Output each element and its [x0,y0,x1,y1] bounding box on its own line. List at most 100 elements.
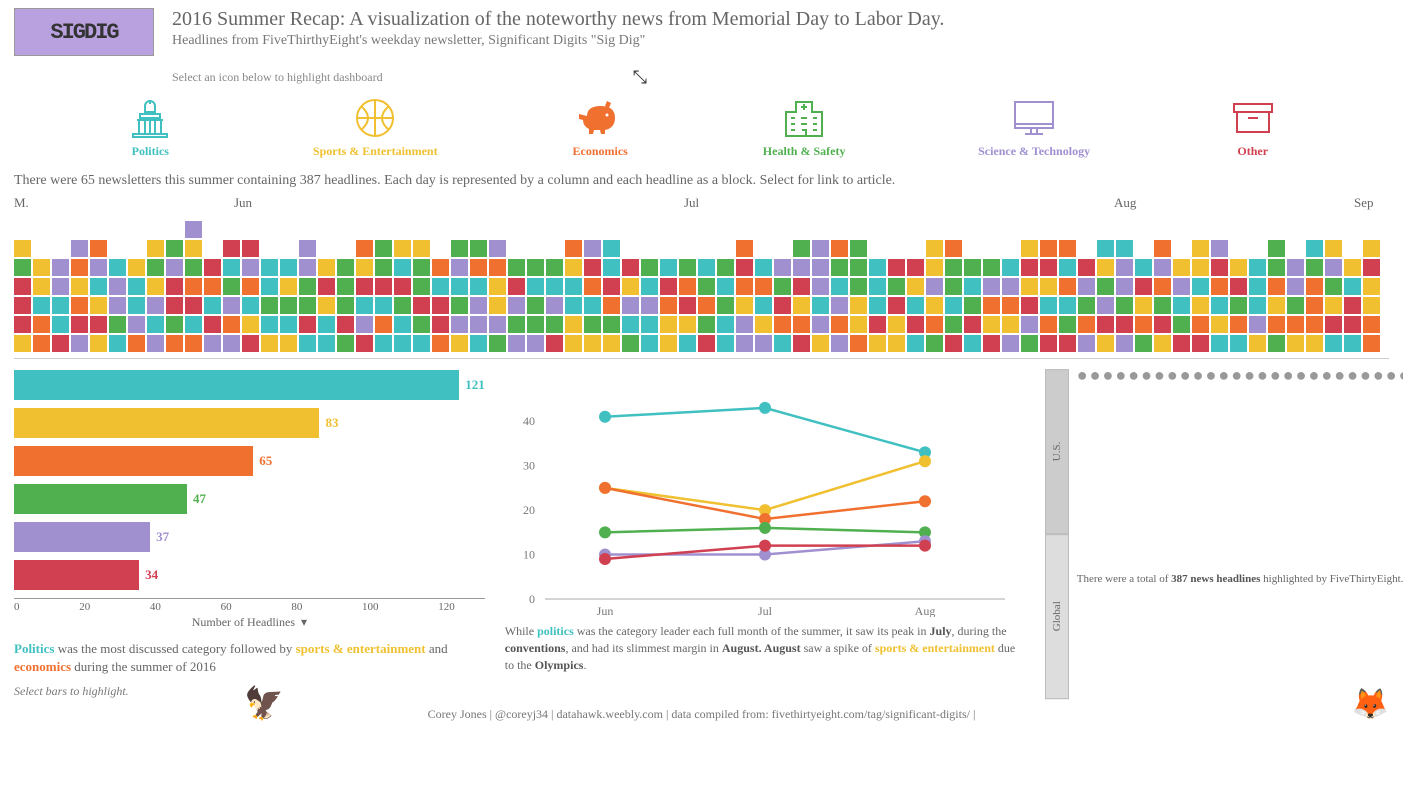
heatmap-block[interactable] [1287,278,1304,295]
heatmap-block[interactable] [1135,335,1152,352]
heatmap-block[interactable] [736,240,753,257]
heatmap-block[interactable] [793,259,810,276]
heatmap-block[interactable] [166,335,183,352]
heatmap-block[interactable] [603,335,620,352]
heatmap-block[interactable] [1325,316,1342,333]
heatmap-block[interactable] [1344,259,1361,276]
heatmap-block[interactable] [90,278,107,295]
heatmap-block[interactable] [565,335,582,352]
heatmap-block[interactable] [793,297,810,314]
heatmap-block[interactable] [451,316,468,333]
heatmap-block[interactable] [983,259,1000,276]
heatmap-block[interactable] [223,335,240,352]
heatmap-block[interactable] [33,316,50,333]
heatmap-block[interactable] [1268,335,1285,352]
heatmap-block[interactable] [166,278,183,295]
heatmap-block[interactable] [755,297,772,314]
heatmap-block[interactable] [774,335,791,352]
heatmap-block[interactable] [14,297,31,314]
heatmap-block[interactable] [869,297,886,314]
heatmap-block[interactable] [1173,335,1190,352]
heatmap-block[interactable] [850,259,867,276]
heatmap-block[interactable] [584,278,601,295]
heatmap-block[interactable] [128,297,145,314]
heatmap-block[interactable] [1325,278,1342,295]
heatmap-block[interactable] [1287,335,1304,352]
heatmap-block[interactable] [90,316,107,333]
us-global-toggle[interactable]: U.S. Global [1045,369,1069,699]
heatmap-block[interactable] [508,316,525,333]
heatmap-block[interactable] [1363,335,1380,352]
heatmap-block[interactable] [641,316,658,333]
heatmap-block[interactable] [1363,259,1380,276]
heatmap-block[interactable] [1059,278,1076,295]
heatmap-block[interactable] [584,259,601,276]
heatmap-block[interactable] [1363,297,1380,314]
heatmap-block[interactable] [603,297,620,314]
heatmap-block[interactable] [1040,240,1057,257]
heatmap-block[interactable] [660,278,677,295]
heatmap-block[interactable] [1116,316,1133,333]
heatmap-block[interactable] [1097,240,1114,257]
heatmap-block[interactable] [1097,278,1114,295]
heatmap-block[interactable] [1192,316,1209,333]
heatmap-block[interactable] [71,316,88,333]
heatmap-block[interactable] [831,259,848,276]
heatmap-block[interactable] [983,316,1000,333]
heatmap-block[interactable] [755,278,772,295]
heatmap-block[interactable] [546,278,563,295]
heatmap-block[interactable] [1192,335,1209,352]
heatmap-block[interactable] [432,316,449,333]
heatmap-block[interactable] [71,335,88,352]
heatmap-block[interactable] [907,316,924,333]
heatmap-block[interactable] [850,297,867,314]
heatmap-block[interactable] [451,297,468,314]
heatmap-block[interactable] [926,278,943,295]
heatmap-block[interactable] [33,297,50,314]
daily-heatmap[interactable] [14,221,1389,359]
heatmap-block[interactable] [1192,297,1209,314]
heatmap-block[interactable] [717,278,734,295]
toggle-global[interactable]: Global [1045,534,1069,699]
heatmap-block[interactable] [983,278,1000,295]
heatmap-block[interactable] [109,259,126,276]
heatmap-block[interactable] [356,335,373,352]
heatmap-block[interactable] [223,259,240,276]
heatmap-block[interactable] [622,297,639,314]
heatmap-block[interactable] [926,335,943,352]
heatmap-block[interactable] [204,278,221,295]
heatmap-block[interactable] [907,297,924,314]
heatmap-block[interactable] [470,297,487,314]
heatmap-block[interactable] [736,278,753,295]
heatmap-block[interactable] [698,278,715,295]
heatmap-block[interactable] [489,240,506,257]
heatmap-block[interactable] [1135,316,1152,333]
heatmap-block[interactable] [451,278,468,295]
heatmap-block[interactable] [983,297,1000,314]
heatmap-block[interactable] [280,316,297,333]
heatmap-block[interactable] [1325,335,1342,352]
heatmap-block[interactable] [242,278,259,295]
heatmap-block[interactable] [698,297,715,314]
heatmap-block[interactable] [584,297,601,314]
heatmap-block[interactable] [565,240,582,257]
heatmap-block[interactable] [1192,240,1209,257]
heatmap-block[interactable] [299,316,316,333]
heatmap-block[interactable] [774,297,791,314]
heatmap-block[interactable] [964,259,981,276]
heatmap-block[interactable] [413,297,430,314]
heatmap-block[interactable] [1116,278,1133,295]
heatmap-block[interactable] [147,240,164,257]
heatmap-block[interactable] [1325,297,1342,314]
heatmap-block[interactable] [280,335,297,352]
heatmap-block[interactable] [1154,316,1171,333]
heatmap-block[interactable] [508,259,525,276]
heatmap-block[interactable] [1287,259,1304,276]
heatmap-block[interactable] [1116,259,1133,276]
heatmap-block[interactable] [755,335,772,352]
heatmap-block[interactable] [546,316,563,333]
heatmap-block[interactable] [698,259,715,276]
heatmap-block[interactable] [603,259,620,276]
heatmap-block[interactable] [1059,297,1076,314]
heatmap-block[interactable] [964,297,981,314]
